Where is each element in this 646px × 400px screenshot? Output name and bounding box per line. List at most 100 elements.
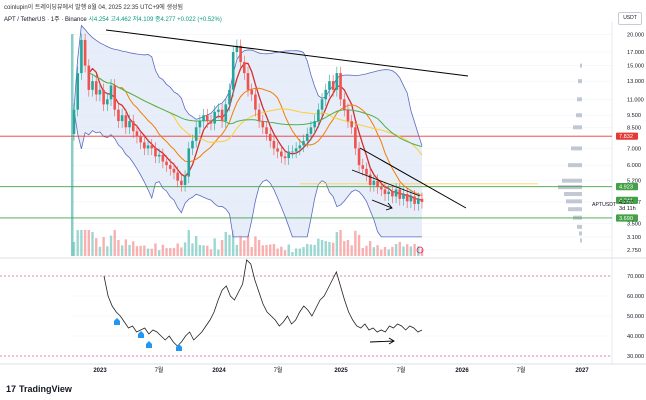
volume-bar [113, 230, 116, 256]
candle-body [305, 133, 309, 141]
candle-body [150, 145, 154, 149]
candle-body [102, 89, 105, 105]
volume-bar [76, 230, 79, 256]
price-tick-label: 3.100 [627, 235, 641, 241]
candle-body [194, 127, 198, 141]
candle-body [228, 89, 231, 105]
chart-canvas[interactable]: 20.000 17.000 15.000 13.000 11.000 9.500 8.500… [0, 0, 646, 400]
volume-bar [387, 249, 390, 256]
symbol-legend: APT / TetherUS · 1주 · Binance 시4.254 고4.… [4, 14, 222, 23]
volume-bar [313, 244, 316, 256]
volume-bar [376, 245, 379, 256]
candle-body [398, 189, 402, 199]
volume-bar [206, 245, 209, 256]
volume-bar [294, 248, 298, 256]
candle-body [309, 127, 313, 134]
candle-body [87, 65, 91, 90]
candle-body [272, 140, 276, 149]
volume-bar [224, 232, 227, 256]
price-label: 3d 11h [619, 206, 636, 212]
volume-bar [194, 236, 198, 256]
time-tick-label: 7월 [274, 366, 283, 374]
candle-body [280, 151, 283, 157]
volume-bar [228, 234, 231, 256]
volume-bar [169, 248, 172, 256]
volume-profile-bar [562, 178, 582, 183]
price-tick-label: 7.000 [627, 146, 641, 152]
volume-bar [265, 244, 268, 256]
candle-body [202, 115, 205, 122]
candle-body [335, 73, 339, 90]
candle-body [357, 148, 361, 166]
volume-bar [383, 247, 387, 256]
candle-body [339, 73, 342, 100]
volume-bar [250, 247, 253, 256]
candle-body [254, 94, 257, 110]
price-tick-label: 6.000 [627, 163, 641, 169]
volume-bar [176, 243, 179, 256]
candle-body [416, 198, 420, 204]
volume-bar [261, 245, 265, 256]
volume-bar [405, 244, 409, 256]
time-tick-label: 2025 [334, 368, 348, 374]
volume-profile-bar [568, 163, 582, 168]
symbol-name[interactable]: APT / TetherUS · 1주 · Binance [4, 17, 87, 23]
volume-bar [298, 248, 302, 256]
volume-bar [235, 244, 239, 256]
price-tick-label: 8.500 [627, 125, 641, 131]
price-tick-label: 15.000 [627, 64, 644, 70]
candle-body [231, 52, 235, 90]
price-tick-label: 9.500 [627, 113, 641, 119]
candle-body [376, 180, 379, 188]
time-tick-label: 2023 [93, 368, 107, 374]
candle-body [298, 145, 302, 149]
volume-bar [302, 247, 305, 256]
volume-bar [272, 244, 276, 256]
volume-bar [183, 242, 187, 256]
volume-bar [80, 230, 83, 256]
volume-bar [365, 245, 368, 256]
candle-body [143, 142, 146, 149]
price-label: 3.690 [619, 216, 633, 222]
price-tick-label: 3.500 [627, 222, 641, 228]
volume-profile-bar [558, 185, 582, 190]
volume-bar [354, 230, 357, 256]
volume-bar [161, 244, 165, 256]
volume-bar [339, 230, 342, 256]
candle-body [324, 89, 328, 100]
volume-bar [135, 246, 139, 256]
volume-bar [198, 244, 202, 256]
candle-body [146, 145, 150, 149]
candle-body [135, 131, 139, 137]
volume-bar [394, 244, 398, 256]
candle-body [320, 99, 324, 110]
candle-body [98, 89, 102, 95]
volume-profile-bar [571, 146, 582, 151]
candle-body [239, 45, 242, 63]
candle-body [120, 115, 124, 122]
candle-body [354, 127, 357, 149]
candle-body [257, 109, 261, 122]
volume-profile-bar [573, 125, 582, 130]
volume-bar [213, 238, 216, 256]
volume-bar [257, 240, 261, 256]
time-tick-label: 7월 [517, 366, 526, 374]
tradingview-logo[interactable]: 17 TradingView [6, 384, 72, 394]
volume-profile-bar [566, 199, 582, 204]
currency-button[interactable]: USDT [618, 12, 642, 25]
candle-body [246, 73, 250, 90]
candle-body [372, 180, 376, 185]
candle-body [365, 168, 368, 175]
candle-body [242, 62, 246, 74]
volume-bar [246, 234, 250, 256]
volume-bar [157, 250, 161, 256]
volume-bar [72, 242, 76, 256]
rsi-tick-label: 70.000 [627, 274, 644, 280]
volume-bar [165, 248, 168, 256]
candle-body [413, 196, 416, 204]
ohlc-values: 시4.254 고4.462 저4.109 종4.277 +0.022 (+0.5… [88, 17, 222, 23]
volume-bar [368, 241, 372, 256]
candle-body [131, 121, 135, 132]
candle-body [250, 89, 254, 95]
candle-body [224, 104, 228, 122]
